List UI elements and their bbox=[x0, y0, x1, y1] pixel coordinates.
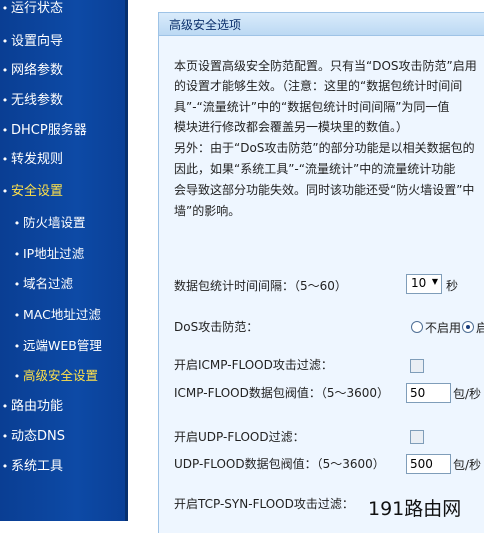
sidebar-subitem-domain-filter[interactable]: • 域名过滤 bbox=[12, 272, 73, 296]
sidebar-item-label: 安全设置 bbox=[11, 184, 64, 199]
sidebar-subitem-mac-filter[interactable]: • MAC地址过滤 bbox=[12, 303, 101, 327]
description-line: 另外：由于“DoS攻击防范”的部分功能是以相关数据包的 bbox=[174, 141, 475, 155]
sidebar-subitem-ip-filter[interactable]: • IP地址过滤 bbox=[12, 242, 84, 266]
bullet-icon: • bbox=[13, 370, 21, 383]
icmp-threshold-label: ICMP-FLOOD数据包阀值：（5～3600） bbox=[174, 386, 390, 400]
sidebar-item-wireless[interactable]: • 无线参数 bbox=[0, 89, 63, 113]
panel-title: 高级安全选项 bbox=[169, 18, 242, 32]
sidebar-item-network[interactable]: • 网络参数 bbox=[0, 59, 63, 83]
sidebar-item-label: 防火墙设置 bbox=[23, 215, 86, 230]
description-line: 具”-“流量统计”中的“数据包统计时间间隔”为同一值 bbox=[174, 100, 450, 114]
dos-enable-label: 启 bbox=[476, 321, 484, 335]
interval-label: 数据包统计时间间隔：（5～60） bbox=[174, 279, 347, 293]
sidebar-subitem-advanced-security[interactable]: • 高级安全设置 bbox=[12, 364, 98, 388]
sidebar-item-label: 网络参数 bbox=[11, 63, 64, 78]
interval-select[interactable]: 10 ▼ bbox=[406, 274, 442, 294]
icmp-unit: 包/秒 bbox=[453, 387, 482, 401]
description-line: 会导致这部分功能失效。同时该功能还受“防火墙设置”中 bbox=[174, 183, 475, 197]
sidebar-subitem-remote-web[interactable]: • 远端WEB管理 bbox=[12, 334, 102, 358]
tcp-enable-label: 开启TCP-SYN-FLOOD攻击过滤： bbox=[174, 497, 354, 511]
description-line: 的设置才能够生效。（注意：这里的“数据包统计时间间 bbox=[174, 79, 463, 93]
sidebar-item-label: 转发规则 bbox=[11, 152, 64, 167]
site-watermark: 191路由网 bbox=[368, 498, 462, 520]
dos-disable-radio[interactable] bbox=[411, 321, 423, 333]
bullet-icon: • bbox=[1, 460, 9, 473]
sidebar-item-ddns[interactable]: • 动态DNS bbox=[0, 425, 65, 449]
sidebar-item-label: 设置向导 bbox=[11, 34, 64, 49]
bullet-icon: • bbox=[1, 124, 9, 137]
sidebar-item-label: IP地址过滤 bbox=[23, 246, 85, 261]
sidebar-item-forwarding[interactable]: • 转发规则 bbox=[0, 148, 63, 172]
sidebar-item-status[interactable]: • 运行状态 bbox=[0, 0, 63, 21]
bullet-icon: • bbox=[1, 94, 9, 107]
udp-enable-checkbox[interactable] bbox=[410, 430, 424, 444]
chevron-down-icon: ▼ bbox=[431, 277, 438, 286]
udp-threshold-label: UDP-FLOOD数据包阀值：（5～3600） bbox=[174, 457, 385, 471]
description-line: 墙”的影响。 bbox=[174, 204, 241, 218]
sidebar-item-label: 域名过滤 bbox=[23, 276, 74, 291]
interval-unit: 秒 bbox=[446, 279, 459, 293]
sidebar-item-label: 动态DNS bbox=[11, 429, 65, 444]
sidebar-nav: • 运行状态 • 设置向导 • 网络参数 • 无线参数 • DHCP服务器 • 转发规则 •… bbox=[0, 0, 128, 521]
sidebar-item-label: 路由功能 bbox=[11, 399, 64, 414]
bullet-icon: • bbox=[1, 35, 9, 48]
bullet-icon: • bbox=[13, 309, 21, 322]
sidebar-item-label: 远端WEB管理 bbox=[23, 338, 102, 353]
bullet-icon: • bbox=[1, 400, 9, 413]
bullet-icon: • bbox=[13, 340, 21, 353]
sidebar-item-system-tools[interactable]: • 系统工具 bbox=[0, 455, 63, 479]
description-line: 因此，如果“系统工具”-“流量统计”中的流量统计功能 bbox=[174, 162, 456, 176]
dos-enable-radio[interactable] bbox=[462, 321, 474, 333]
description-line: 模块进行修改都会覆盖另一模块里的数值。） bbox=[174, 120, 409, 134]
sidebar-item-security[interactable]: • 安全设置 bbox=[0, 180, 63, 204]
bullet-icon: • bbox=[1, 153, 9, 166]
sidebar-item-label: 系统工具 bbox=[11, 459, 64, 474]
sidebar-subitem-firewall[interactable]: • 防火墙设置 bbox=[12, 211, 86, 235]
icmp-enable-label: 开启ICMP-FLOOD攻击过滤： bbox=[174, 358, 333, 372]
bullet-icon: • bbox=[13, 217, 21, 230]
udp-threshold-input[interactable]: 500 bbox=[406, 454, 451, 474]
bullet-icon: • bbox=[1, 2, 9, 15]
sidebar-item-routing[interactable]: • 路由功能 bbox=[0, 395, 63, 419]
main-content: 高级安全选项 本页设置高级安全防范配置。只有当“DOS攻击防范”启用 的设置才能… bbox=[128, 0, 484, 533]
icmp-enable-checkbox[interactable] bbox=[410, 359, 424, 373]
sidebar-item-label: 无线参数 bbox=[11, 93, 64, 108]
dos-disable-label: 不启用 bbox=[425, 321, 462, 335]
sidebar-item-label: MAC地址过滤 bbox=[23, 307, 101, 322]
bullet-icon: • bbox=[1, 430, 9, 443]
sidebar-item-setup-wizard[interactable]: • 设置向导 bbox=[0, 30, 63, 54]
bullet-icon: • bbox=[1, 185, 9, 198]
sidebar-item-label: 运行状态 bbox=[11, 1, 64, 16]
bullet-icon: • bbox=[13, 278, 21, 291]
sidebar-item-dhcp[interactable]: • DHCP服务器 bbox=[0, 119, 87, 143]
udp-unit: 包/秒 bbox=[453, 458, 482, 472]
description-line: 本页设置高级安全防范配置。只有当“DOS攻击防范”启用 bbox=[174, 59, 477, 73]
dos-label: DoS攻击防范： bbox=[174, 320, 259, 334]
bullet-icon: • bbox=[13, 248, 21, 261]
bullet-icon: • bbox=[1, 64, 9, 77]
icmp-threshold-input[interactable]: 50 bbox=[406, 383, 451, 403]
sidebar-item-label: DHCP服务器 bbox=[11, 123, 87, 138]
udp-enable-label: 开启UDP-FLOOD过滤： bbox=[174, 430, 305, 444]
sidebar-item-label: 高级安全设置 bbox=[23, 368, 99, 383]
interval-value: 10 bbox=[411, 276, 427, 290]
panel-header: 高级安全选项 bbox=[159, 13, 484, 36]
